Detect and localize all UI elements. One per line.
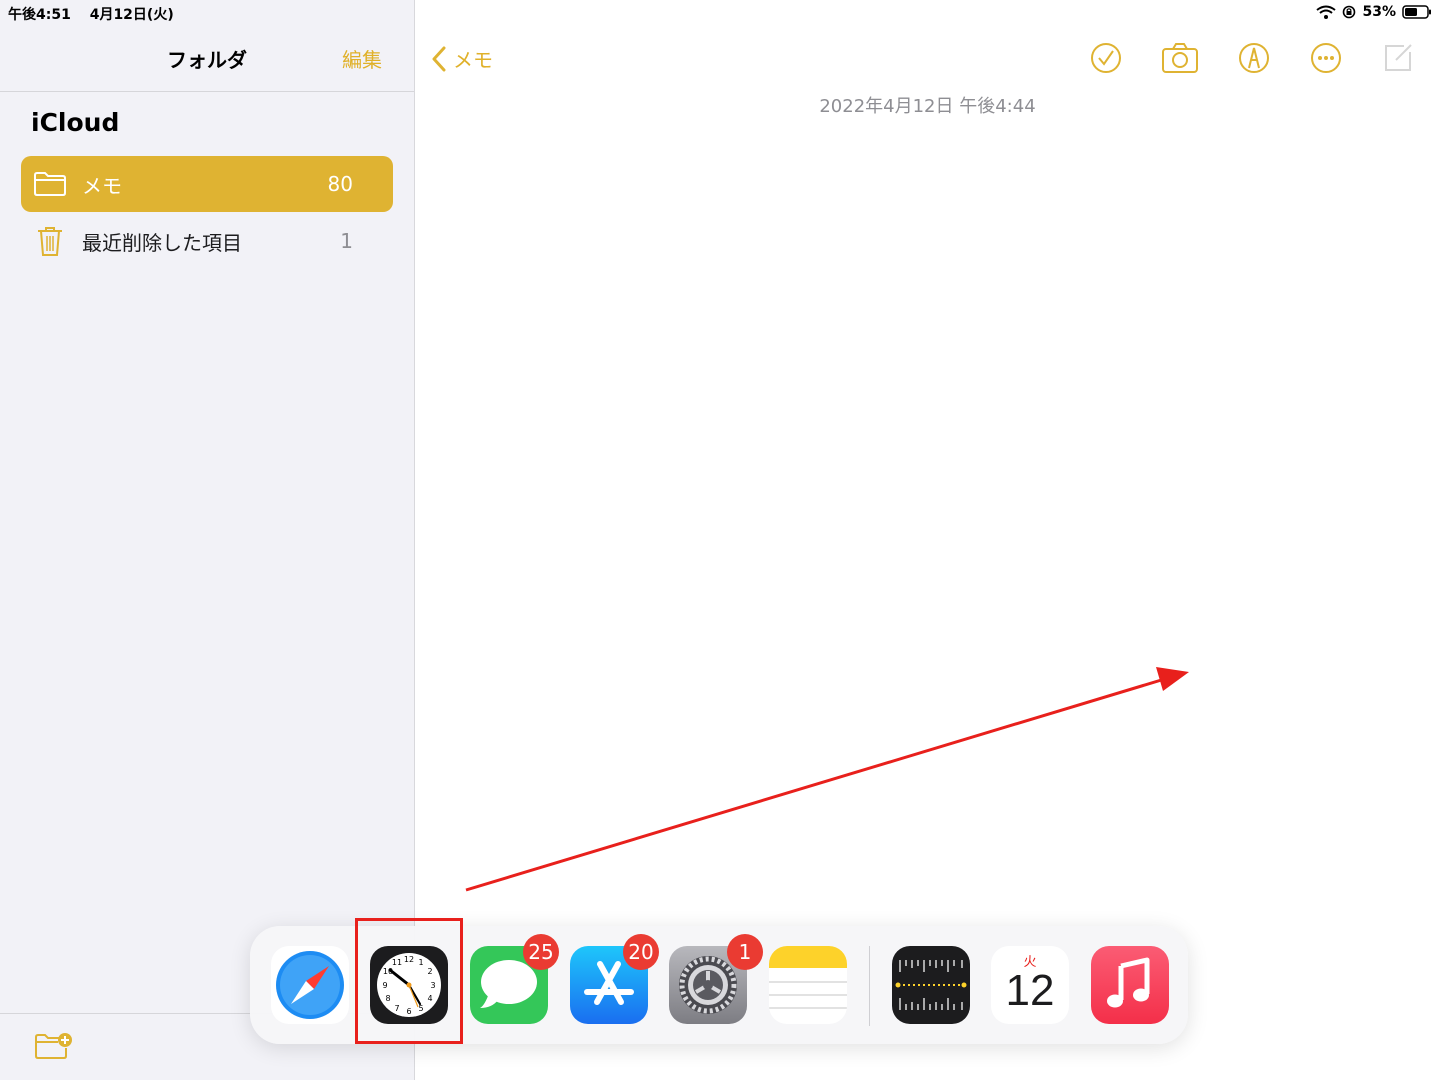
dock: 12 1 2 345 678 9 10 11 火 12 25 20 1 — [250, 926, 1188, 1044]
back-label: メモ — [453, 48, 493, 72]
measure-icon — [892, 946, 970, 1024]
dock-app-music[interactable] — [1091, 946, 1169, 1024]
svg-text:1: 1 — [418, 958, 423, 967]
note-date: 2022年4月12日 午後4:44 — [819, 96, 1036, 117]
calendar-date-number: 12 — [1005, 966, 1055, 1015]
svg-text:6: 6 — [406, 1007, 411, 1016]
svg-text:4: 4 — [427, 994, 432, 1003]
back-button[interactable]: メモ — [431, 44, 493, 73]
status-time: 午後4:51 — [8, 7, 71, 23]
sidebar-header: 午後4:51 4月12日(火) フォルダ 編集 — [0, 0, 414, 92]
svg-text:12: 12 — [404, 955, 414, 964]
music-icon — [1091, 946, 1169, 1024]
messages-badge: 25 — [523, 934, 559, 970]
svg-text:9: 9 — [382, 981, 387, 990]
clock-icon: 12 12 345 678 91011 — [370, 946, 448, 1024]
status-bar-right: 53% — [1310, 4, 1432, 20]
status-bar-left: 午後4:51 4月12日(火) — [8, 4, 188, 24]
folder-label: 最近削除した項目 — [82, 230, 242, 255]
edit-button[interactable]: 編集 — [342, 44, 382, 73]
dock-app-measure[interactable] — [892, 946, 970, 1024]
svg-text:11: 11 — [392, 958, 402, 967]
folder-count: 80 — [327, 172, 353, 196]
checklist-icon[interactable] — [1088, 40, 1124, 76]
dock-app-clock[interactable]: 12 1 2 345 678 9 10 11 — [370, 946, 448, 1024]
sidebar: 午後4:51 4月12日(火) フォルダ 編集 iCloud メモ 80 最近削… — [0, 0, 415, 1080]
new-folder-icon[interactable] — [34, 1032, 72, 1064]
app-store-badge: 20 — [623, 934, 659, 970]
svg-text:8: 8 — [385, 994, 390, 1003]
folder-count: 1 — [340, 229, 353, 253]
dock-app-safari[interactable] — [271, 946, 349, 1024]
folder-row-recently-deleted[interactable]: 最近削除した項目 1 — [21, 213, 393, 269]
notes-icon — [769, 946, 847, 1024]
status-date: 4月12日(火) — [89, 7, 174, 23]
settings-badge: 1 — [727, 934, 763, 970]
compose-icon[interactable] — [1380, 40, 1416, 76]
wifi-icon — [1316, 5, 1337, 19]
camera-icon[interactable] — [1161, 40, 1199, 76]
orientation-lock-icon — [1343, 5, 1356, 19]
note-editor: メモ 2022年4月12日 午後4:44 53% — [415, 0, 1440, 1080]
section-title-icloud: iCloud — [31, 108, 120, 137]
safari-icon — [271, 946, 349, 1024]
svg-text:5: 5 — [418, 1004, 423, 1013]
battery-icon — [1402, 5, 1431, 19]
more-icon[interactable] — [1308, 40, 1344, 76]
chevron-left-icon — [432, 46, 446, 71]
dock-app-calendar[interactable]: 火 12 — [991, 946, 1069, 1024]
folder-row-memo[interactable]: メモ 80 — [21, 156, 393, 212]
folder-label: メモ — [82, 173, 122, 198]
svg-text:3: 3 — [430, 981, 435, 990]
svg-text:7: 7 — [394, 1004, 399, 1013]
dock-app-notes[interactable] — [769, 946, 847, 1024]
folder-icon — [32, 166, 68, 202]
trash-icon — [32, 223, 68, 259]
battery-percent: 53% — [1362, 4, 1396, 20]
dock-divider — [869, 946, 870, 1026]
markup-icon[interactable] — [1236, 40, 1272, 76]
svg-text:2: 2 — [427, 967, 432, 976]
